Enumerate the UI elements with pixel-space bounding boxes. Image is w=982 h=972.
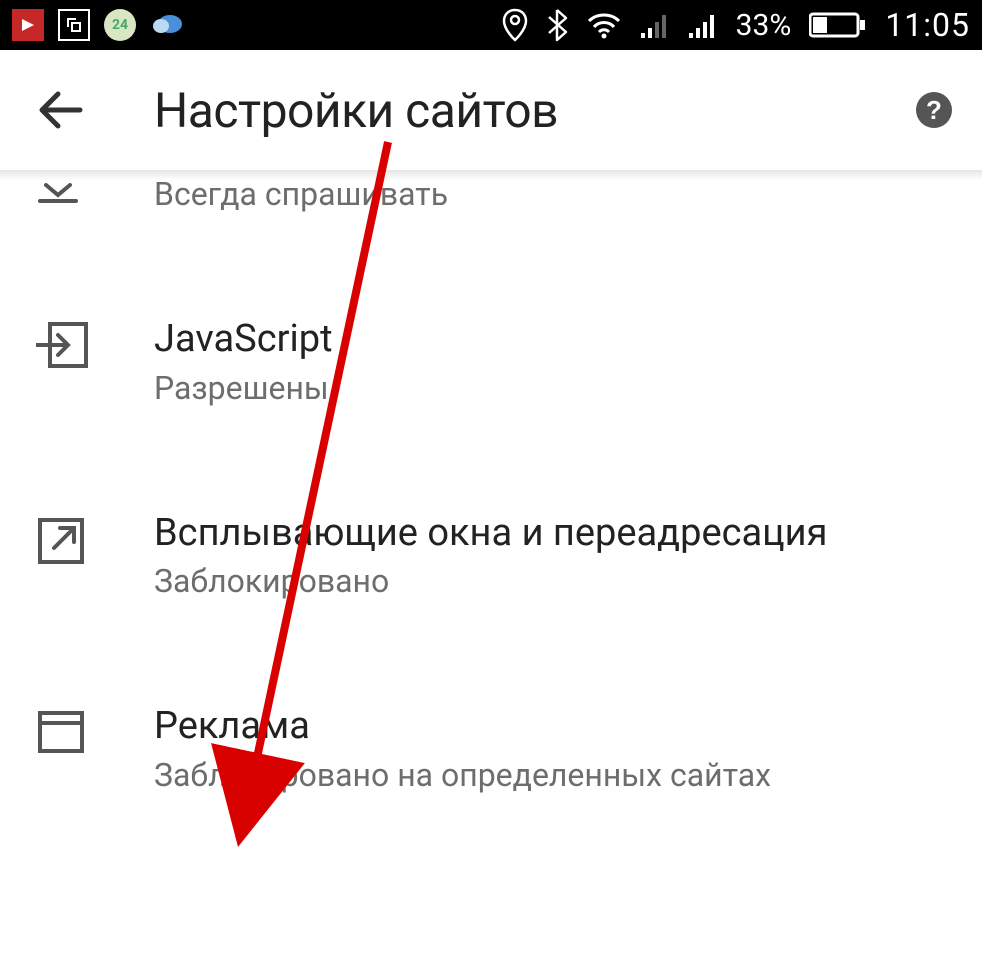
signal2-icon xyxy=(688,11,718,39)
list-item-subtitle: Заблокировано xyxy=(154,561,954,601)
statusbar-notifications: 24 xyxy=(12,9,184,41)
settings-list: Всегда спрашивать JavaScript Разрешены В xyxy=(0,170,982,821)
page-title: Настройки сайтов xyxy=(154,82,558,139)
list-item[interactable]: Всегда спрашивать xyxy=(0,170,982,240)
list-item-subtitle: Всегда спрашивать xyxy=(154,174,954,214)
statusbar-right: 33% 11:05 xyxy=(502,6,970,44)
back-button[interactable] xyxy=(36,86,84,134)
list-item-subtitle: Заблокировано на определенных сайтах xyxy=(154,755,954,795)
notif-app1-icon xyxy=(12,9,44,41)
browser-window-icon xyxy=(36,709,86,755)
list-item-ads[interactable]: Реклама Заблокировано на определенных са… xyxy=(0,677,982,821)
list-item-subtitle: Разрешены xyxy=(154,368,954,408)
battery-icon xyxy=(809,11,867,39)
notif-app4-icon xyxy=(150,9,184,41)
clock: 11:05 xyxy=(885,6,970,44)
location-icon xyxy=(502,8,528,42)
wifi-icon xyxy=(586,11,622,39)
bluetooth-icon xyxy=(546,8,568,42)
header-shadow xyxy=(0,170,982,180)
list-item-title: JavaScript xyxy=(154,316,954,364)
list-item-title: Реклама xyxy=(154,703,954,751)
svg-text:?: ? xyxy=(926,95,942,125)
list-item-title: Всплывающие окна и переадресация xyxy=(154,510,954,558)
notif-app2-icon xyxy=(58,9,90,41)
battery-percentage: 33% xyxy=(736,8,792,43)
enter-icon xyxy=(36,322,88,368)
notif-app3-icon: 24 xyxy=(104,9,136,41)
header: Настройки сайтов ? xyxy=(0,50,982,170)
list-item-javascript[interactable]: JavaScript Разрешены xyxy=(0,290,982,434)
app-window: Настройки сайтов ? Всегда спрашивать xyxy=(0,50,982,972)
open-external-icon xyxy=(36,516,86,566)
statusbar: 24 33% 11:05 xyxy=(0,0,982,50)
list-item-popups[interactable]: Всплывающие окна и переадресация Заблоки… xyxy=(0,484,982,628)
help-button[interactable]: ? xyxy=(914,90,954,130)
download-icon xyxy=(36,181,80,203)
signal1-icon xyxy=(640,11,670,39)
